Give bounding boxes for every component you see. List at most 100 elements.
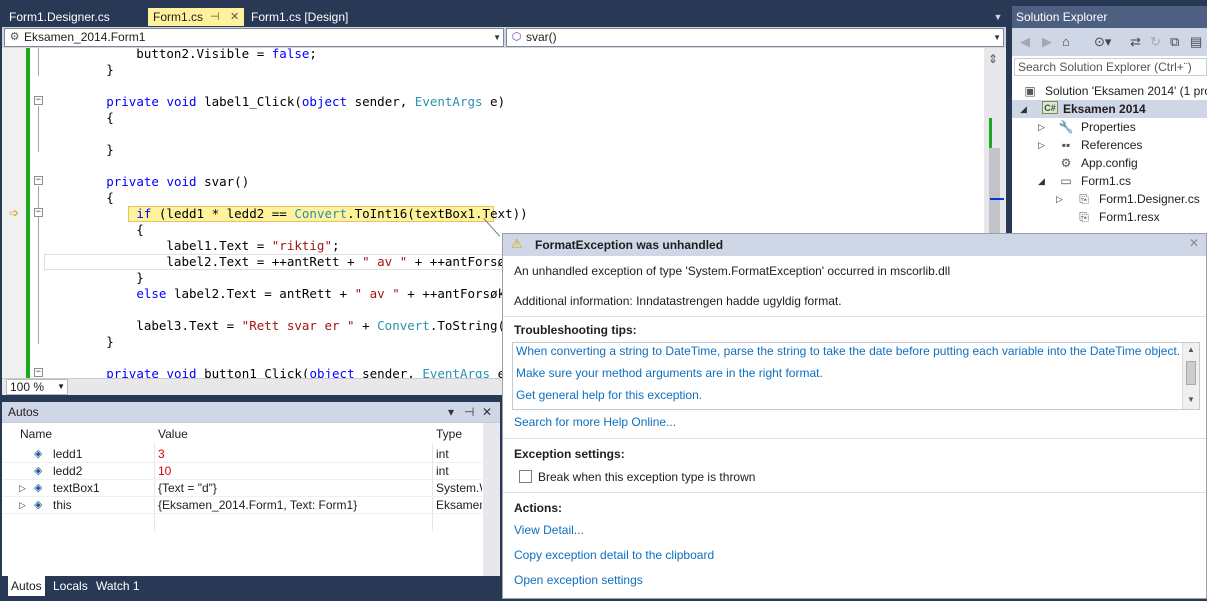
separator xyxy=(503,316,1206,317)
chevron-down-icon[interactable]: ▼ xyxy=(57,380,65,394)
code-line[interactable]: } xyxy=(46,142,114,158)
code-line[interactable]: if (ledd1 * ledd2 == Convert.ToInt16(tex… xyxy=(46,206,527,222)
collapse-icon[interactable]: − xyxy=(34,96,43,105)
copy-detail-link[interactable]: Copy exception detail to the clipboard xyxy=(514,547,714,563)
expand-icon[interactable]: ▷ xyxy=(19,480,26,497)
tips-scrollbar[interactable]: ▲ ▼ xyxy=(1182,343,1199,409)
tab-locals[interactable]: Locals xyxy=(50,576,91,596)
code-line[interactable]: private void svar() xyxy=(46,174,249,190)
tab-watch-1[interactable]: Watch 1 xyxy=(93,576,143,596)
tree-node-form1-resx[interactable]: ⎘ Form1.resx xyxy=(1056,208,1207,226)
column-header-type[interactable]: Type xyxy=(432,425,462,443)
code-line[interactable]: else label2.Text = antRett + " av " + ++… xyxy=(46,286,535,302)
column-header-value[interactable]: Value xyxy=(154,425,188,443)
split-icon[interactable]: ⇕ xyxy=(988,52,998,66)
code-line[interactable]: { xyxy=(46,190,114,206)
expand-icon[interactable]: ▷ xyxy=(1038,118,1048,136)
expand-icon[interactable]: ▷ xyxy=(1056,190,1066,208)
wrench-icon: 🔧 xyxy=(1058,120,1074,134)
scroll-down-icon[interactable]: ▼ xyxy=(1187,395,1195,404)
collapse-icon[interactable]: − xyxy=(34,176,43,185)
scroll-thumb[interactable] xyxy=(989,148,1000,238)
tree-node-form1-cs[interactable]: ◢ ▭ Form1.cs xyxy=(1038,172,1207,190)
member-combo[interactable]: ⬡ svar() ▼ xyxy=(506,28,1004,47)
solution-search-input[interactable]: Search Solution Explorer (Ctrl+¨) xyxy=(1014,58,1207,76)
code-line[interactable]: { xyxy=(46,110,114,126)
code-line[interactable]: label2.Text = ++antRett + " av " + ++ant… xyxy=(46,254,542,270)
autos-vertical-scrollbar[interactable] xyxy=(483,423,500,577)
show-all-files-icon[interactable]: ▤ xyxy=(1190,34,1202,50)
code-line[interactable]: label3.Text = "Rett svar er " + Convert.… xyxy=(46,318,542,334)
tip-link[interactable]: Make sure your method arguments are in t… xyxy=(516,365,823,381)
tree-node-references[interactable]: ▷ ▪▪ References xyxy=(1038,136,1207,154)
code-line[interactable]: button2.Visible = false; xyxy=(46,48,317,62)
tree-node-solution[interactable]: ▣ Solution 'Eksamen 2014' (1 pro xyxy=(1020,82,1207,100)
collapse-all-icon[interactable]: ⧉ xyxy=(1170,34,1179,50)
code-line[interactable]: } xyxy=(46,334,114,350)
code-line[interactable]: } xyxy=(46,62,114,78)
forward-icon[interactable]: ▶ xyxy=(1042,34,1052,50)
class-icon: ⚙ xyxy=(9,31,20,43)
code-line[interactable]: } xyxy=(46,270,144,286)
tab-form1-cs[interactable]: Form1.cs ⊣ ✕ xyxy=(148,8,244,26)
pin-icon[interactable]: ⊣ xyxy=(464,402,474,422)
solution-explorer-title: Solution Explorer xyxy=(1012,6,1207,28)
solution-explorer-toolbar: ◀ ▶ ⌂ ⊙▾ ⇄ ↻ ⧉ ▤ xyxy=(1012,28,1207,56)
outline-line xyxy=(38,48,39,76)
tab-form1-designer-cs[interactable]: Form1.Designer.cs xyxy=(4,8,146,26)
tab-list-dropdown-icon[interactable]: ▼ xyxy=(992,12,1004,22)
resource-file-icon: ⎘ xyxy=(1079,210,1089,224)
pending-changes-filter-icon[interactable]: ⊙▾ xyxy=(1094,34,1111,50)
break-when-thrown-label[interactable]: Break when this exception type is thrown xyxy=(538,469,755,485)
chevron-down-icon[interactable]: ▼ xyxy=(993,29,1001,46)
refresh-icon[interactable]: ↻ xyxy=(1150,34,1161,50)
tree-node-form1-designer-cs[interactable]: ▷ ⎘ Form1.Designer.cs xyxy=(1056,190,1207,208)
code-line[interactable]: { xyxy=(46,222,144,238)
collapse-icon[interactable]: − xyxy=(34,208,43,217)
exception-additional-info: Additional information: Inndatastrengen … xyxy=(514,294,842,308)
exception-settings-heading: Exception settings: xyxy=(514,447,625,461)
code-line[interactable]: private void button1_Click(object sender… xyxy=(46,366,512,378)
collapse-icon[interactable]: ◢ xyxy=(1020,100,1030,118)
expand-icon[interactable]: ▷ xyxy=(19,497,26,514)
table-row[interactable]: ◈ ledd2 10 int xyxy=(2,463,482,480)
open-settings-link[interactable]: Open exception settings xyxy=(514,572,643,588)
expand-icon[interactable]: ▷ xyxy=(1038,136,1048,154)
troubleshooting-heading: Troubleshooting tips: xyxy=(514,323,637,337)
home-icon[interactable]: ⌂ xyxy=(1062,34,1070,49)
tree-node-app-config[interactable]: ⚙ App.config xyxy=(1038,154,1207,172)
search-online-link[interactable]: Search for more Help Online... xyxy=(514,414,676,430)
tree-node-properties[interactable]: ▷ 🔧 Properties xyxy=(1038,118,1207,136)
tip-link[interactable]: When converting a string to DateTime, pa… xyxy=(516,343,1180,359)
close-icon[interactable]: ✕ xyxy=(482,402,492,422)
collapse-icon[interactable]: − xyxy=(34,368,43,377)
pin-icon[interactable]: ⊣ xyxy=(210,8,220,26)
scroll-thumb[interactable] xyxy=(1186,361,1196,385)
table-row[interactable]: ▷ ◈ textBox1 {Text = "d"} System.W xyxy=(2,480,482,497)
tip-link[interactable]: Get general help for this exception. xyxy=(516,387,702,403)
table-row[interactable]: ▷ ◈ this {Eksamen_2014.Form1, Text: Form… xyxy=(2,497,482,514)
separator xyxy=(503,492,1206,493)
collapse-icon[interactable]: ◢ xyxy=(1038,172,1048,190)
table-row[interactable]: ◈ ledd1 3 int xyxy=(2,446,482,463)
tab-autos[interactable]: Autos xyxy=(8,576,45,596)
tree-node-project[interactable]: ◢ C# Eksamen 2014 xyxy=(1020,100,1207,118)
zoom-combo[interactable]: 100 % ▼ xyxy=(6,379,68,395)
form-icon: ▭ xyxy=(1060,174,1072,188)
sync-icon[interactable]: ⇄ xyxy=(1130,34,1141,50)
class-combo[interactable]: ⚙ Eksamen_2014.Form1 ▼ xyxy=(4,28,504,47)
chevron-down-icon[interactable]: ▼ xyxy=(493,29,501,46)
execution-pointer-icon: ➩ xyxy=(9,206,20,220)
column-header-name[interactable]: Name xyxy=(16,425,52,443)
solution-icon: ▣ xyxy=(1024,84,1036,98)
close-icon[interactable]: ✕ xyxy=(1189,236,1199,250)
break-when-thrown-checkbox[interactable] xyxy=(519,470,532,483)
code-line[interactable]: label1.Text = "riktig"; xyxy=(46,238,339,254)
window-position-icon[interactable]: ▾ xyxy=(448,402,454,422)
view-detail-link[interactable]: View Detail... xyxy=(514,522,584,538)
close-tab-icon[interactable]: ✕ xyxy=(230,8,239,26)
tab-form1-cs-design[interactable]: Form1.cs [Design] xyxy=(246,8,386,26)
scroll-up-icon[interactable]: ▲ xyxy=(1187,345,1195,354)
code-line[interactable]: private void label1_Click(object sender,… xyxy=(46,94,505,110)
back-icon[interactable]: ◀ xyxy=(1020,34,1030,50)
